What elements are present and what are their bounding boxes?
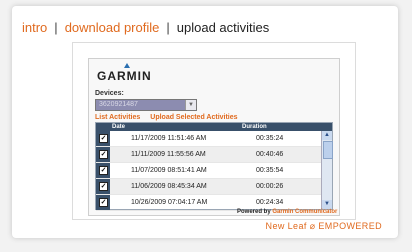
chevron-down-icon[interactable]: ▼	[185, 100, 196, 110]
row-checkbox[interactable]: ✓	[99, 182, 108, 191]
row-checkbox[interactable]: ✓	[99, 166, 108, 175]
vertical-scrollbar[interactable]: ▲ ▼	[321, 131, 333, 209]
table-row[interactable]: ✓ 11/06/2009 08:45:34 AM 00:00:26	[96, 179, 322, 195]
table-header: Date Duration	[96, 123, 332, 131]
row-duration: 00:00:26	[256, 183, 284, 190]
row-date: 11/17/2009 11:51:46 AM	[131, 135, 207, 142]
powered-by-text: Powered by Garmin Communicator	[237, 209, 337, 215]
checkbox-cell: ✓	[96, 195, 110, 210]
action-links: List Activities Upload Selected Activitie…	[95, 114, 238, 121]
table-rows: ✓ 11/17/2009 11:51:46 AM 00:35:24 ✓ 11/1…	[96, 131, 322, 211]
garmin-logo: GARMIN	[97, 69, 152, 83]
row-duration: 00:35:54	[256, 167, 284, 174]
checkbox-cell: ✓	[96, 147, 110, 162]
row-duration: 00:40:46	[256, 151, 284, 158]
nav-download-profile-link[interactable]: download profile	[65, 20, 160, 35]
garmin-logo-triangle-icon	[124, 63, 130, 68]
row-date: 10/26/2009 07:04:17 AM	[131, 199, 208, 206]
row-checkbox[interactable]: ✓	[99, 198, 108, 207]
column-header-duration[interactable]: Duration	[242, 124, 267, 130]
scroll-up-icon[interactable]: ▲	[322, 131, 332, 140]
garmin-plugin-panel: GARMIN Devices: 3620921487 ▼ List Activi…	[88, 58, 340, 216]
devices-label: Devices:	[95, 90, 124, 97]
row-date: 11/07/2009 08:51:41 AM	[131, 167, 207, 174]
table-row[interactable]: ✓ 11/17/2009 11:51:46 AM 00:35:24	[96, 131, 322, 147]
device-select[interactable]: 3620921487 ▼	[95, 99, 197, 111]
list-activities-link[interactable]: List Activities	[95, 114, 140, 121]
checkbox-cell: ✓	[96, 163, 110, 178]
checkbox-cell: ✓	[96, 179, 110, 194]
checkbox-cell: ✓	[96, 131, 110, 146]
scroll-down-icon[interactable]: ▼	[322, 200, 332, 209]
table-row[interactable]: ✓ 11/11/2009 11:55:56 AM 00:40:46	[96, 147, 322, 163]
row-date: 11/11/2009 11:55:56 AM	[131, 151, 206, 158]
column-header-date[interactable]: Date	[112, 124, 125, 130]
upload-selected-activities-link[interactable]: Upload Selected Activities	[150, 114, 237, 121]
activities-table: Date Duration ✓ 11/17/2009 11:51:46 AM 0…	[95, 122, 333, 211]
row-duration: 00:24:34	[256, 199, 284, 206]
row-duration: 00:35:24	[256, 135, 284, 142]
content-card: intro | download profile | upload activi…	[12, 6, 398, 238]
nav-intro-link[interactable]: intro	[22, 20, 47, 35]
nav-separator: |	[54, 20, 58, 35]
scrollbar-thumb[interactable]	[323, 141, 333, 159]
nav-separator: |	[166, 20, 170, 35]
powered-by-prefix: Powered by	[237, 209, 271, 215]
breadcrumb-nav: intro | download profile | upload activi…	[22, 20, 269, 35]
row-checkbox[interactable]: ✓	[99, 150, 108, 159]
device-select-value: 3620921487	[99, 101, 138, 108]
nav-upload-activities-current: upload activities	[176, 20, 270, 35]
garmin-communicator-link[interactable]: Garmin Communicator	[272, 209, 337, 215]
new-leaf-empowered-logo: New Leaf ⌀ EMPOWERED	[265, 221, 382, 231]
row-checkbox[interactable]: ✓	[99, 134, 108, 143]
table-row[interactable]: ✓ 11/07/2009 08:51:41 AM 00:35:54	[96, 163, 322, 179]
row-date: 11/06/2009 08:45:34 AM	[131, 183, 207, 190]
